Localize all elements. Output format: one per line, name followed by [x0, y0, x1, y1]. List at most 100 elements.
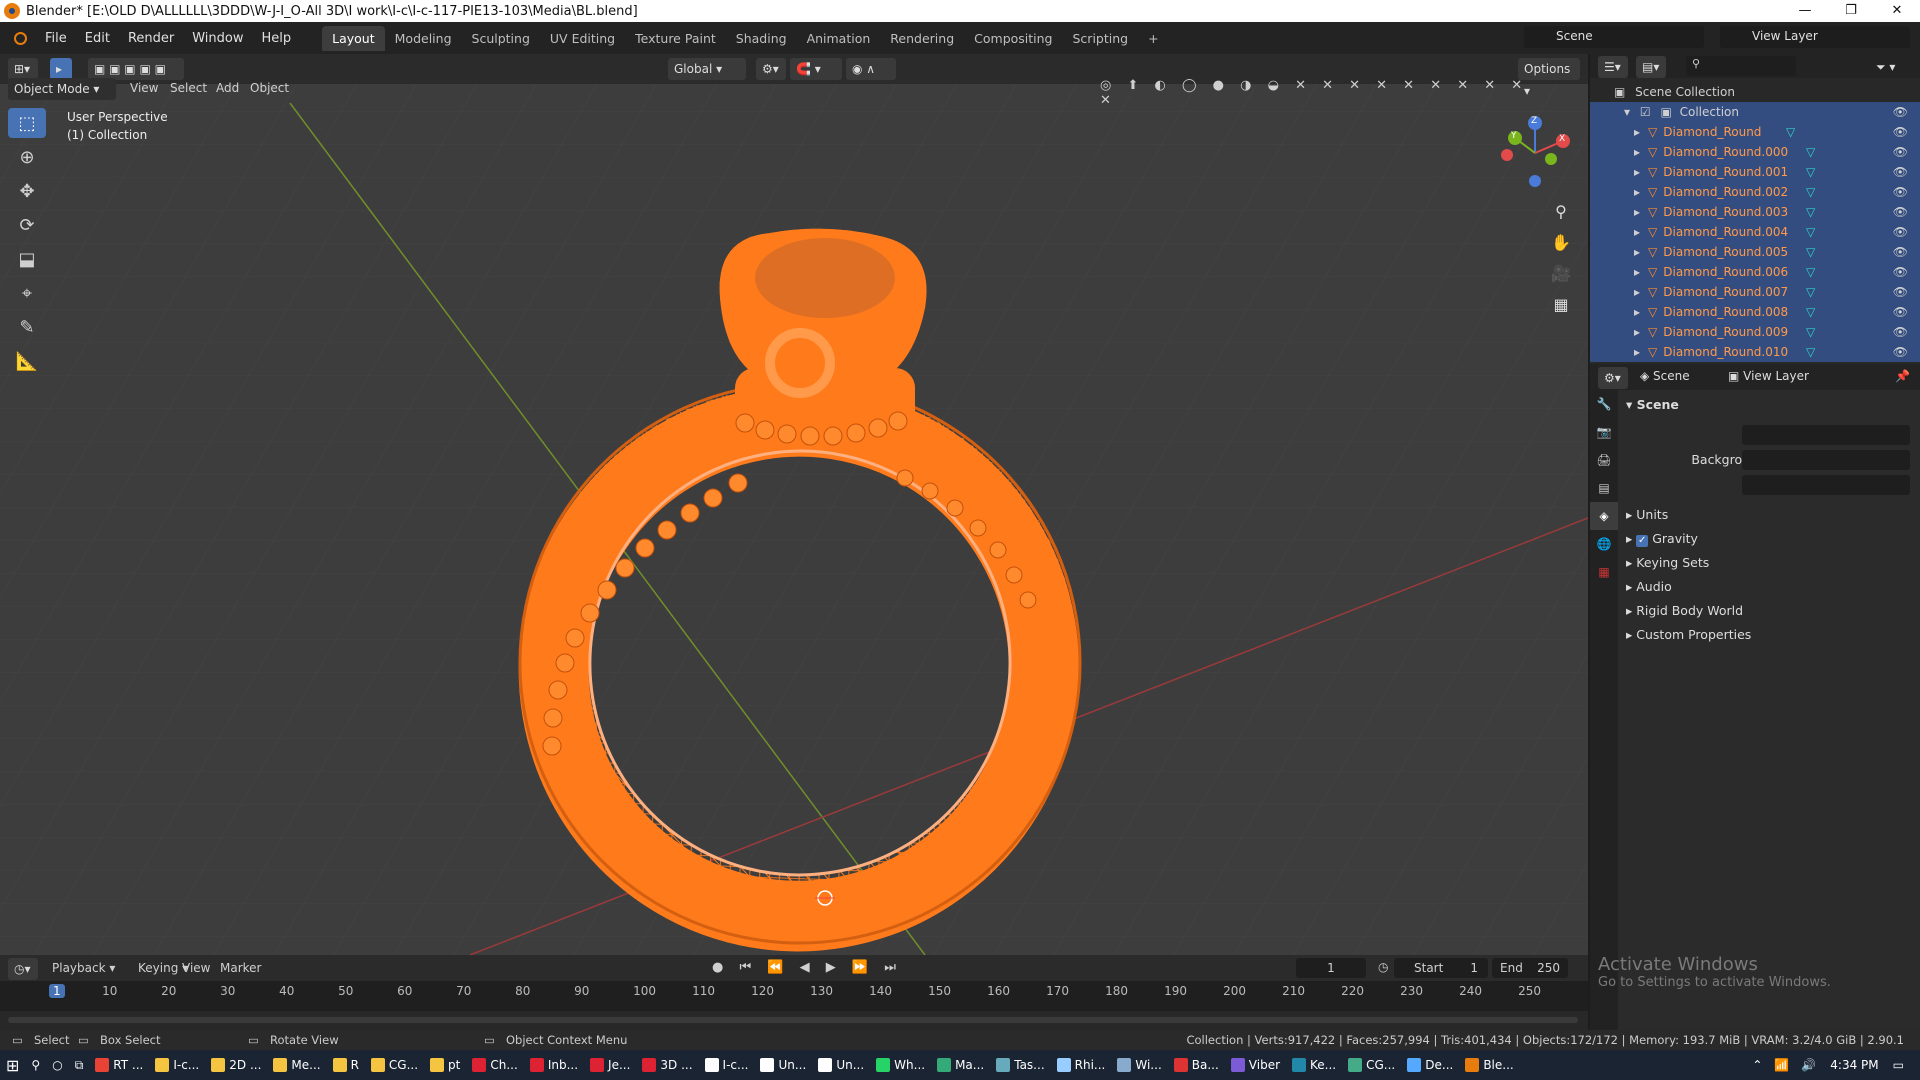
taskbar-app-button[interactable]: Rhi... — [1051, 1050, 1112, 1080]
display-mode-button[interactable]: ▤▾ — [1636, 56, 1666, 78]
eye-icon[interactable]: 👁 — [1893, 282, 1908, 302]
eye-icon[interactable]: 👁 — [1893, 142, 1908, 162]
notifications-icon[interactable]: ▭ — [1893, 1058, 1904, 1072]
minimize-button[interactable]: — — [1782, 0, 1828, 22]
texture-tab-icon[interactable]: ▦ — [1590, 558, 1618, 586]
tab-animation[interactable]: Animation — [797, 26, 881, 51]
outliner-item-row[interactable]: ▸ ▽ Diamond_Round.003 ▽ 👁 — [1590, 202, 1920, 222]
custom-properties-section[interactable]: ▸ Custom Properties — [1626, 624, 1751, 646]
gravity-checkbox[interactable]: ✓ — [1636, 535, 1649, 547]
eye-icon[interactable]: 👁 — [1893, 242, 1908, 262]
expand-arrow-icon[interactable]: ▸ — [1634, 245, 1640, 259]
eye-icon[interactable]: 👁 — [1893, 342, 1908, 362]
taskbar-app-button[interactable]: Je... — [584, 1050, 636, 1080]
audio-section[interactable]: ▸ Audio — [1626, 576, 1672, 598]
eye-icon[interactable]: 👁 — [1893, 222, 1908, 242]
expand-arrow-icon[interactable]: ▸ — [1634, 265, 1640, 279]
scene-selector[interactable]: Scene — [1524, 26, 1704, 48]
proportional-edit-button[interactable]: ◉ ∧ — [846, 58, 896, 80]
task-view-icon[interactable]: ⧉ — [69, 1050, 90, 1080]
active-clip-field[interactable] — [1742, 475, 1910, 495]
checkbox-icon[interactable]: ☑ — [1640, 105, 1651, 119]
world-tab-icon[interactable]: 🌐 — [1590, 530, 1618, 558]
scene-tab-icon[interactable]: ◈ — [1590, 502, 1618, 530]
current-frame-field[interactable]: 1 — [1296, 958, 1366, 978]
tab-layout[interactable]: Layout — [322, 25, 385, 51]
transform-tool-icon[interactable]: ⌖ — [8, 278, 46, 308]
viewport-shading-controls[interactable]: ◎ ⬆ ◐ ◯ ● ◑ ◒ ✕ ✕ ✕ ✕ ✕ ✕ ✕ ✕ ✕ ✕ — [1100, 78, 1550, 108]
view-layer-selector[interactable]: View Layer — [1720, 26, 1910, 48]
menu-render[interactable]: Render — [119, 31, 183, 46]
taskbar-app-button[interactable]: pt — [424, 1050, 466, 1080]
eye-icon[interactable]: 👁 — [1893, 162, 1908, 182]
tab-shading[interactable]: Shading — [726, 26, 797, 51]
close-button[interactable]: ✕ — [1874, 0, 1920, 22]
outliner-search-input[interactable]: ⚲ — [1686, 56, 1796, 76]
tab-modeling[interactable]: Modeling — [385, 26, 462, 51]
outliner-item-row[interactable]: ▸ ▽ Diamond_Round.005 ▽ 👁 — [1590, 242, 1920, 262]
menu-file[interactable]: File — [36, 31, 76, 46]
menu-object[interactable]: Object — [250, 81, 289, 95]
taskbar-app-button[interactable]: Inb... — [524, 1050, 584, 1080]
tab-uv-editing[interactable]: UV Editing — [540, 26, 625, 51]
move-tool-icon[interactable]: ✥ — [8, 176, 46, 206]
options-dropdown[interactable]: Options ▾ — [1518, 58, 1580, 98]
taskbar-app-button[interactable]: Un... — [812, 1050, 870, 1080]
properties-editor-type-button[interactable]: ⚙▾ — [1598, 367, 1628, 389]
units-section[interactable]: ▸ Units — [1626, 504, 1668, 526]
rigid-body-world-section[interactable]: ▸ Rigid Body World — [1626, 600, 1743, 622]
measure-tool-icon[interactable]: 📐 — [8, 346, 46, 376]
start-frame-field[interactable]: Start 1 — [1394, 958, 1488, 978]
expand-arrow-icon[interactable]: ▸ — [1634, 325, 1640, 339]
blender-menu-icon[interactable] — [8, 28, 32, 48]
pivot-point-button[interactable]: ⚙▾ — [756, 58, 786, 80]
expand-arrow-icon[interactable]: ▸ — [1634, 145, 1640, 159]
taskbar-app-button[interactable]: Ble... — [1459, 1050, 1519, 1080]
taskbar-app-button[interactable]: R — [327, 1050, 365, 1080]
taskbar-app-button[interactable]: 3D ... — [636, 1050, 698, 1080]
taskbar-app-button[interactable]: Wi... — [1111, 1050, 1167, 1080]
editor-type-button[interactable]: ⊞▾ — [8, 58, 38, 80]
snap-button[interactable]: 🧲 ▾ — [790, 58, 842, 80]
menu-window[interactable]: Window — [183, 31, 252, 46]
taskbar-app-button[interactable]: I-c... — [699, 1050, 755, 1080]
eye-icon[interactable]: 👁 — [1893, 302, 1908, 322]
menu-help[interactable]: Help — [253, 31, 301, 46]
playback-menu[interactable]: Playback ▾ — [52, 961, 115, 975]
transform-orientation-dropdown[interactable]: Global ▾ — [668, 58, 746, 80]
tab-sculpting[interactable]: Sculpting — [462, 26, 540, 51]
taskbar-app-button[interactable]: Wh... — [870, 1050, 931, 1080]
pin-icon[interactable]: 📌 — [1895, 369, 1910, 383]
scene-breadcrumb[interactable]: ◈ Scene — [1640, 369, 1690, 383]
pan-hand-icon[interactable]: ✋ — [1549, 227, 1573, 258]
search-icon[interactable]: ⚲ — [25, 1050, 46, 1080]
taskbar-app-button[interactable]: Ch... — [466, 1050, 523, 1080]
eye-icon[interactable]: 👁 — [1893, 182, 1908, 202]
zoom-icon[interactable]: ⚲ — [1549, 196, 1573, 227]
outliner-item-row[interactable]: ▸ ▽ Diamond_Round.008 ▽ 👁 — [1590, 302, 1920, 322]
annotate-tool-icon[interactable]: ✎ — [8, 312, 46, 342]
tab-rendering[interactable]: Rendering — [880, 26, 964, 51]
taskbar-app-button[interactable]: Tas... — [990, 1050, 1050, 1080]
taskbar-app-button[interactable]: Viber — [1225, 1050, 1286, 1080]
outliner-item-row[interactable]: ▸ ▽ Diamond_Round ▽ 👁 — [1590, 122, 1920, 142]
menu-select[interactable]: Select — [170, 81, 207, 95]
ortho-grid-icon[interactable]: ▦ — [1549, 289, 1573, 320]
scene-panel-header[interactable]: ▾ Scene — [1626, 394, 1679, 416]
tab-compositing[interactable]: Compositing — [964, 26, 1062, 51]
windows-start-icon[interactable]: ⊞ — [0, 1050, 25, 1080]
tab-texture-paint[interactable]: Texture Paint — [625, 26, 726, 51]
outliner-item-row[interactable]: ▸ ▽ Diamond_Round.002 ▽ 👁 — [1590, 182, 1920, 202]
view-layer-tab-icon[interactable]: ▤ — [1590, 474, 1618, 502]
outliner-collection-row[interactable]: ▾ ☑ ▣ Collection 👁 — [1590, 102, 1920, 122]
menu-edit[interactable]: Edit — [76, 31, 119, 46]
expand-arrow-icon[interactable]: ▸ — [1634, 205, 1640, 219]
select-box-tool-icon[interactable]: ⬚ — [8, 108, 46, 138]
outliner-editor-type-button[interactable]: ☰▾ — [1598, 56, 1628, 78]
scale-tool-icon[interactable]: ⬓ — [8, 244, 46, 274]
timeline-view-menu[interactable]: View — [182, 961, 210, 975]
taskbar-app-button[interactable]: Ma... — [931, 1050, 990, 1080]
tray-arrow-icon[interactable]: ⌃ — [1752, 1058, 1762, 1072]
keying-sets-section[interactable]: ▸ Keying Sets — [1626, 552, 1709, 574]
marker-menu[interactable]: Marker — [220, 961, 261, 975]
